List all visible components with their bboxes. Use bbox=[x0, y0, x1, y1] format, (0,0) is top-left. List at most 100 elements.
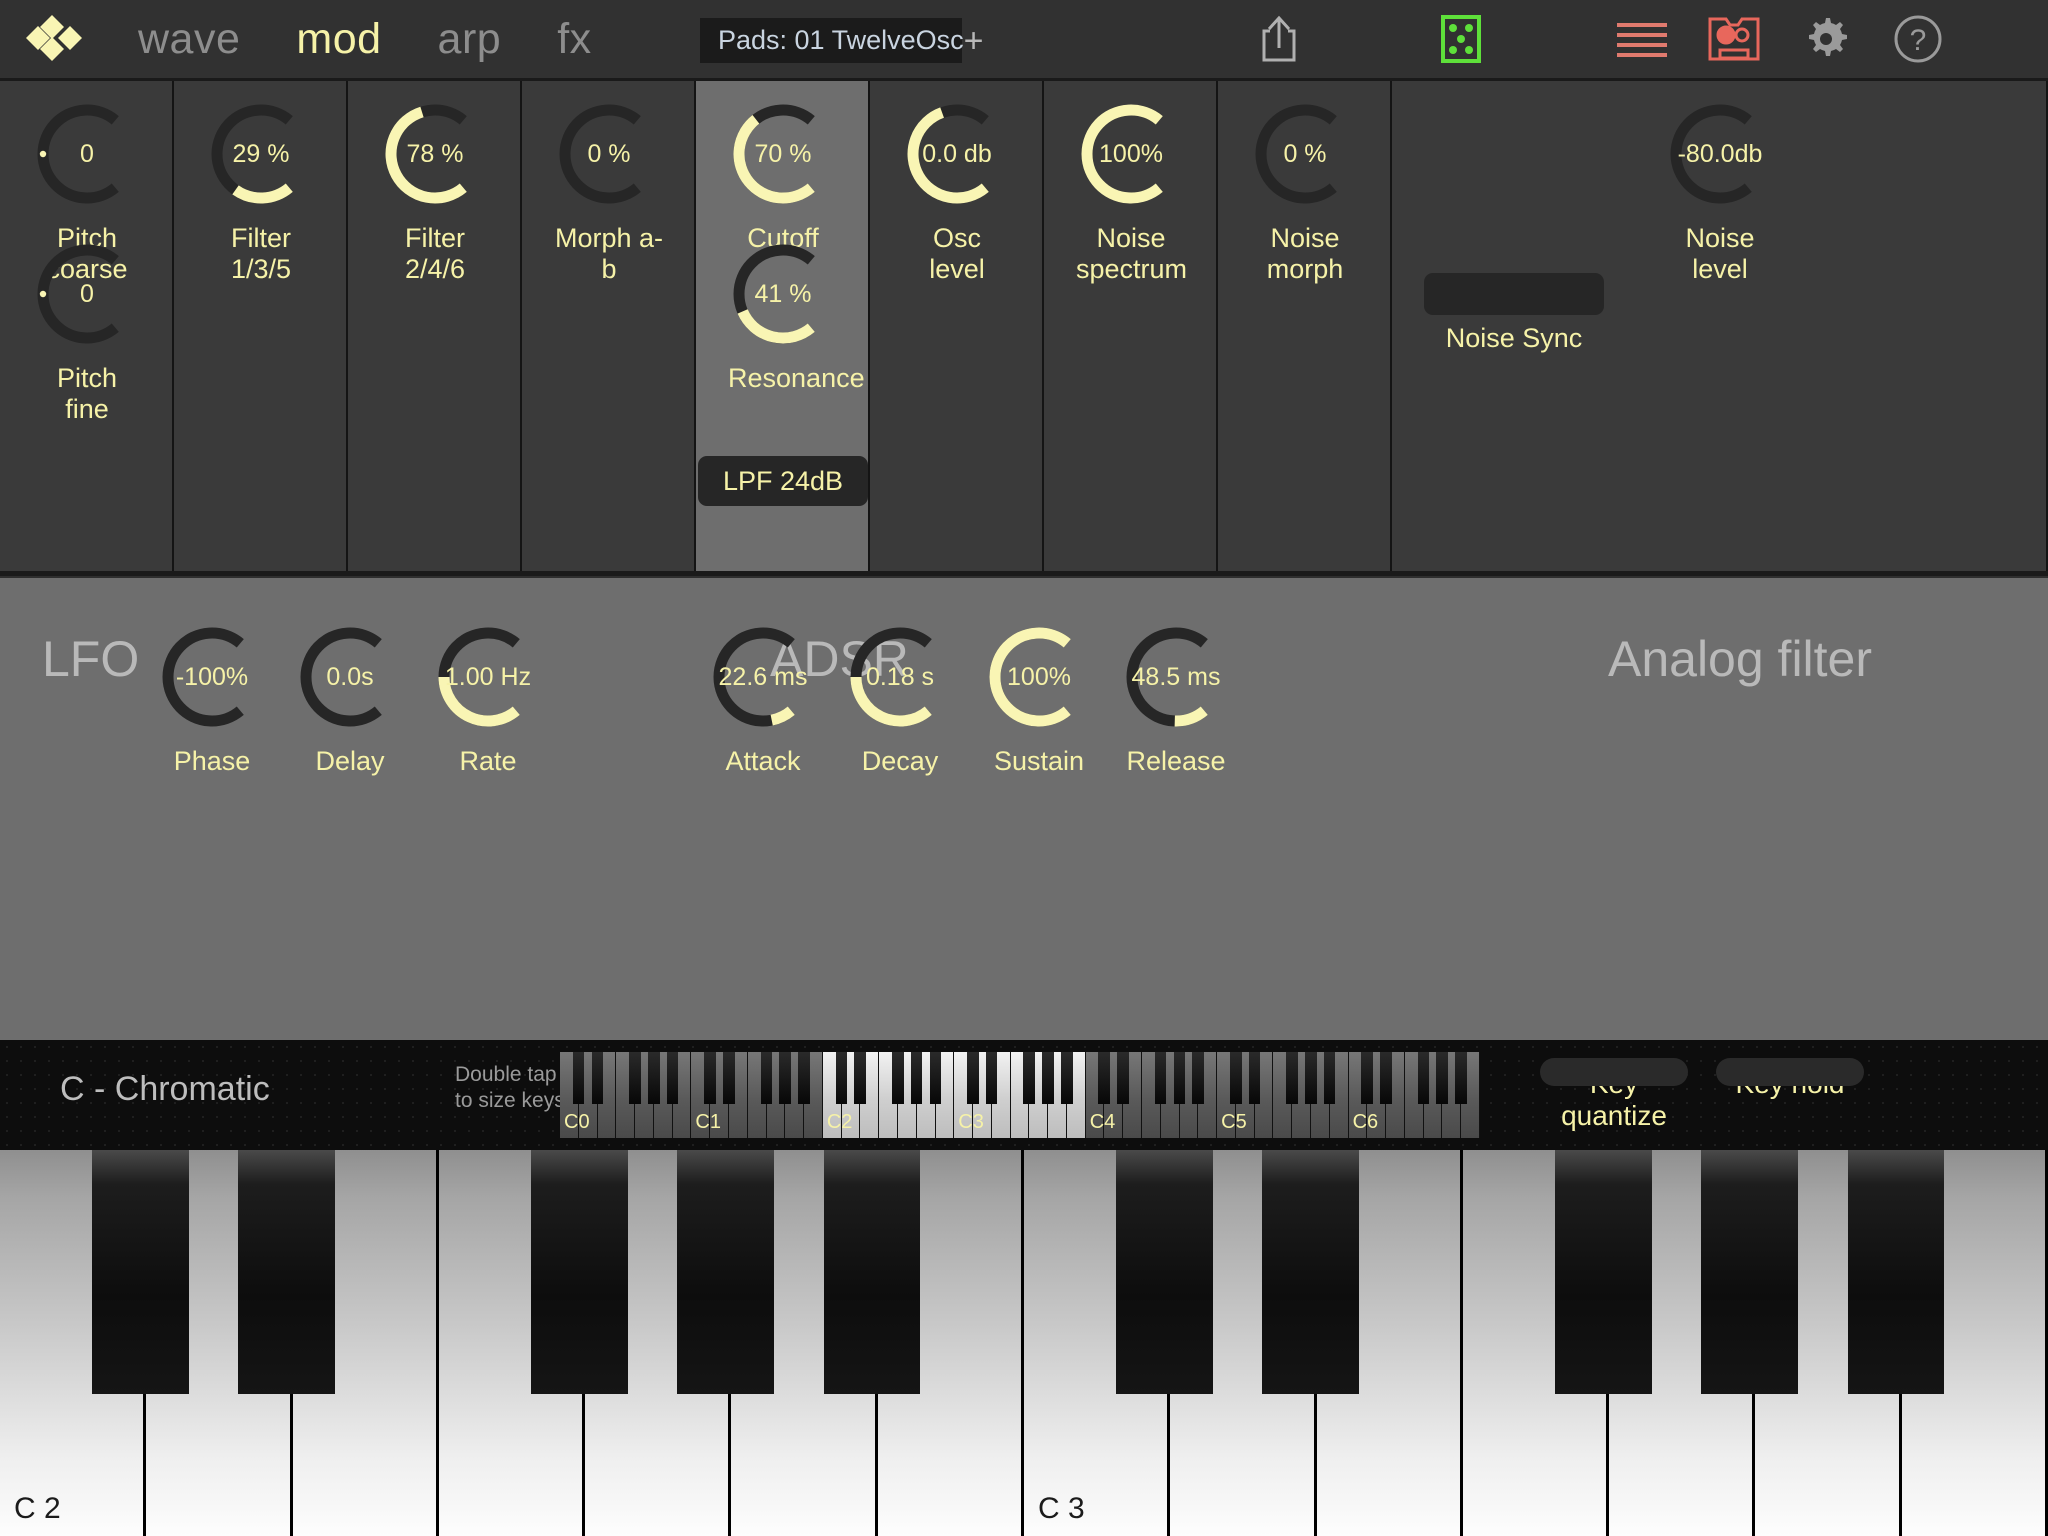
mini-octave-label: C4 bbox=[1089, 1111, 1116, 1133]
mini-black-key[interactable] bbox=[1455, 1052, 1467, 1104]
knob-label-noise-morph: Noise morph bbox=[1266, 223, 1344, 284]
piano-black-key[interactable] bbox=[1116, 1150, 1213, 1394]
knob-noise-morph[interactable]: 0 % bbox=[1250, 99, 1360, 209]
noise-sync-toggle[interactable] bbox=[1424, 273, 1604, 315]
top-panel-morph-ab[interactable]: 0 % Morph a-b bbox=[522, 81, 696, 571]
mini-black-key[interactable] bbox=[929, 1052, 942, 1104]
mini-keyboard-overview[interactable]: C0 C1 C2 C3 C4 C5 C6 bbox=[560, 1052, 1480, 1138]
filter-type-button[interactable]: LPF 24dB bbox=[698, 456, 868, 506]
knob-pitch-coarse[interactable]: 0 bbox=[32, 99, 142, 209]
knob-filter-135[interactable]: 29 % bbox=[206, 99, 316, 209]
mini-black-key[interactable] bbox=[1060, 1052, 1073, 1104]
tab-fx[interactable]: fx bbox=[529, 15, 619, 64]
share-icon[interactable] bbox=[1250, 10, 1308, 68]
piano-black-key[interactable] bbox=[1555, 1150, 1652, 1394]
knob-label-sustain: Sustain bbox=[993, 746, 1085, 776]
knob-osc-level[interactable]: 0.0 db bbox=[902, 99, 1012, 209]
top-panel-noise-level[interactable]: -80.0db Noise level Noise Sync bbox=[1392, 81, 2048, 571]
mini-black-key[interactable] bbox=[647, 1052, 660, 1104]
top-panel-filter-135[interactable]: 29 % Filter 1/3/5 bbox=[174, 81, 348, 571]
knob-noise-spectrum[interactable]: 100% bbox=[1076, 99, 1186, 209]
mini-black-key[interactable] bbox=[1098, 1052, 1111, 1104]
knob-label-lfo-phase: Phase bbox=[173, 746, 251, 776]
mini-black-key[interactable] bbox=[1042, 1052, 1054, 1104]
mini-black-key[interactable] bbox=[1323, 1052, 1336, 1104]
mini-black-key[interactable] bbox=[666, 1052, 679, 1104]
knob-lfo-phase[interactable]: -100% bbox=[157, 622, 267, 732]
top-panel-filter-246[interactable]: 78 % Filter 2/4/6 bbox=[348, 81, 522, 571]
piano-black-key[interactable] bbox=[823, 1150, 921, 1394]
mini-black-key[interactable] bbox=[1229, 1052, 1242, 1104]
add-preset-icon[interactable]: + bbox=[964, 24, 984, 58]
piano-black-key[interactable] bbox=[92, 1150, 189, 1394]
top-panel-noise-morph[interactable]: 0 % Noise morph bbox=[1218, 81, 1392, 571]
tab-mod[interactable]: mod bbox=[268, 15, 409, 64]
piano-keyboard[interactable]: C 2 C 3 bbox=[0, 1150, 2048, 1536]
tape-recorder-icon[interactable] bbox=[1705, 10, 1763, 68]
tab-arp[interactable]: arp bbox=[410, 15, 530, 64]
knob-filter-246[interactable]: 78 % bbox=[380, 99, 490, 209]
mini-black-key[interactable] bbox=[1023, 1052, 1036, 1104]
mini-black-key[interactable] bbox=[629, 1052, 641, 1104]
top-panel-cutoff[interactable]: 70 % Cutoff 41 % Resonance LPF 24dB bbox=[696, 81, 870, 571]
mini-black-key[interactable] bbox=[1117, 1052, 1129, 1104]
knob-attack[interactable]: 22.6 ms bbox=[708, 622, 818, 732]
piano-octave-label: C 3 bbox=[1038, 1492, 1085, 1525]
top-panel-noise-spectrum[interactable]: 100% Noise spectrum bbox=[1044, 81, 1218, 571]
mini-black-key[interactable] bbox=[572, 1052, 585, 1104]
dice-icon[interactable] bbox=[1432, 10, 1490, 68]
knob-release[interactable]: 48.5 ms bbox=[1121, 622, 1231, 732]
top-panel-pitch-coarse[interactable]: 0 Pitch coarse 0 Pitch fine bbox=[0, 81, 174, 571]
piano-black-key[interactable] bbox=[1847, 1150, 1945, 1394]
knob-resonance[interactable]: 41 % bbox=[728, 239, 838, 349]
menu-icon[interactable] bbox=[1613, 10, 1671, 68]
mini-black-key[interactable] bbox=[1192, 1052, 1204, 1104]
mini-black-key[interactable] bbox=[1305, 1052, 1317, 1104]
mini-black-key[interactable] bbox=[704, 1052, 716, 1104]
mini-black-key[interactable] bbox=[722, 1052, 735, 1104]
knob-noise-level[interactable]: -80.0db bbox=[1665, 99, 1775, 209]
mini-black-key[interactable] bbox=[760, 1052, 773, 1104]
mini-black-key[interactable] bbox=[835, 1052, 848, 1104]
help-icon[interactable]: ? bbox=[1889, 10, 1947, 68]
piano-black-key[interactable] bbox=[238, 1150, 335, 1394]
knob-group-lfo-phase: -100% Phase bbox=[157, 622, 267, 777]
mini-black-key[interactable] bbox=[1248, 1052, 1261, 1104]
mini-black-key[interactable] bbox=[854, 1052, 867, 1104]
knob-morph-ab[interactable]: 0 % bbox=[554, 99, 664, 209]
mini-black-key[interactable] bbox=[1286, 1052, 1298, 1104]
top-panel-osc-level[interactable]: 0.0 db Osc level bbox=[870, 81, 1044, 571]
piano-black-key[interactable] bbox=[1262, 1150, 1359, 1394]
knob-lfo-rate[interactable]: 1.00 Hz bbox=[433, 622, 543, 732]
knob-sustain[interactable]: 100% bbox=[984, 622, 1094, 732]
mini-black-key[interactable] bbox=[591, 1052, 604, 1104]
knob-group-pitch-fine: 0 Pitch fine bbox=[32, 239, 142, 425]
mini-black-key[interactable] bbox=[779, 1052, 791, 1104]
mini-black-key[interactable] bbox=[1436, 1052, 1449, 1104]
knob-decay[interactable]: 0.18 s bbox=[845, 622, 955, 732]
key-quantize-toggle[interactable] bbox=[1540, 1058, 1688, 1086]
mini-black-key[interactable] bbox=[1380, 1052, 1392, 1104]
knob-pitch-fine[interactable]: 0 bbox=[32, 239, 142, 349]
knob-group-attack: 22.6 ms Attack bbox=[708, 622, 818, 777]
diamond-logo[interactable] bbox=[0, 7, 110, 71]
mini-black-key[interactable] bbox=[1173, 1052, 1186, 1104]
piano-black-key[interactable] bbox=[1701, 1150, 1798, 1394]
mini-black-key[interactable] bbox=[1361, 1052, 1373, 1104]
knob-lfo-delay[interactable]: 0.0s bbox=[295, 622, 405, 732]
knob-cutoff[interactable]: 70 % bbox=[728, 99, 838, 209]
mini-black-key[interactable] bbox=[1417, 1052, 1430, 1104]
scale-selector[interactable]: C - Chromatic bbox=[60, 1070, 270, 1109]
piano-black-key[interactable] bbox=[531, 1150, 628, 1394]
tab-wave[interactable]: wave bbox=[110, 15, 268, 64]
mini-black-key[interactable] bbox=[985, 1052, 998, 1104]
gear-icon[interactable] bbox=[1797, 10, 1855, 68]
mini-black-key[interactable] bbox=[910, 1052, 923, 1104]
piano-black-key[interactable] bbox=[677, 1150, 774, 1394]
mini-black-key[interactable] bbox=[967, 1052, 979, 1104]
preset-selector[interactable]: Pads: 01 TwelveOsc + bbox=[700, 18, 983, 63]
mini-black-key[interactable] bbox=[798, 1052, 810, 1104]
mini-black-key[interactable] bbox=[1154, 1052, 1167, 1104]
mini-black-key[interactable] bbox=[891, 1052, 904, 1104]
key-hold-toggle[interactable] bbox=[1716, 1058, 1864, 1086]
